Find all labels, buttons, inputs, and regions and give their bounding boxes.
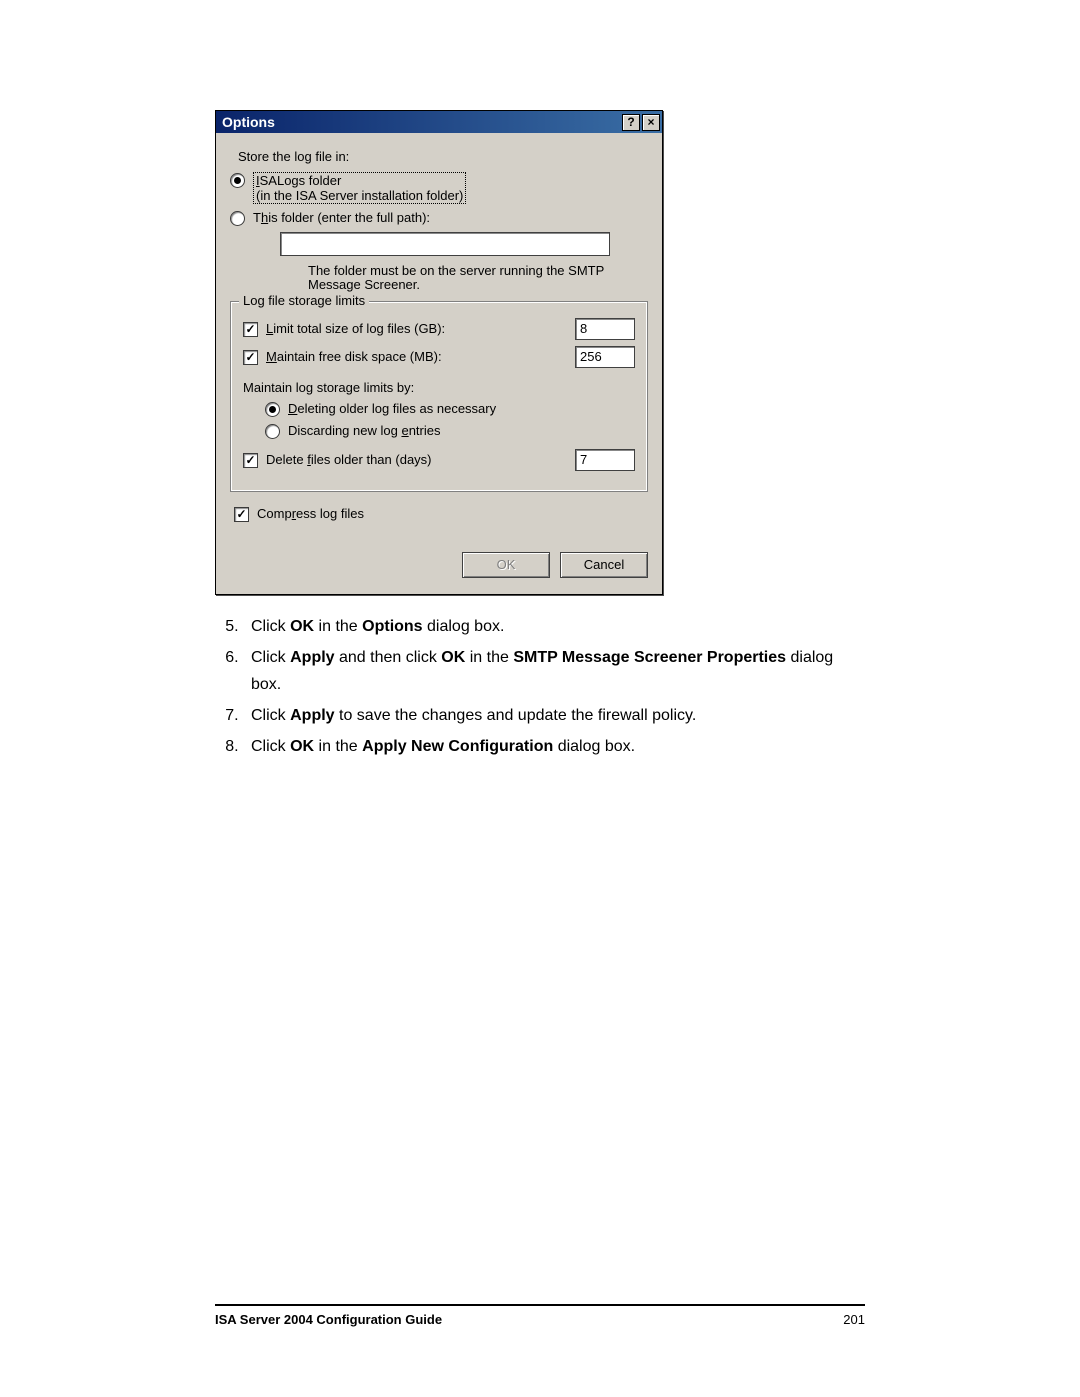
input-delete-files-older[interactable] — [575, 449, 635, 471]
radio-delete-older-label: Deleting older log files as necessary — [288, 401, 496, 416]
options-dialog: Options ? × Store the log file in: ISALo… — [215, 110, 663, 595]
radio-this-folder-label: This folder (enter the full path): — [253, 210, 430, 225]
maintain-by-label: Maintain log storage limits by: — [243, 380, 635, 395]
instruction-item: Click OK in the Apply New Configuration … — [243, 733, 865, 760]
close-icon: × — [647, 116, 654, 128]
radio-discard-new-label: Discarding new log entries — [288, 423, 440, 438]
instruction-item: Click Apply to save the changes and upda… — [243, 702, 865, 729]
chk-limit-total[interactable]: ✓ — [243, 322, 258, 337]
chk-maintain-free-label: Maintain free disk space (MB): — [266, 349, 442, 364]
folder-path-input[interactable] — [280, 232, 610, 256]
dialog-title: Options — [222, 114, 275, 130]
help-button[interactable]: ? — [622, 114, 640, 131]
titlebar: Options ? × — [216, 111, 662, 133]
radio-delete-older[interactable] — [265, 402, 280, 417]
radio-isalogs[interactable] — [230, 173, 245, 188]
instruction-item: Click OK in the Options dialog box. — [243, 613, 865, 640]
chk-delete-files-older-label: Delete files older than (days) — [266, 452, 432, 467]
footer-title: ISA Server 2004 Configuration Guide — [215, 1312, 442, 1327]
radio-isalogs-label: ISALogs folder (in the ISA Server instal… — [253, 172, 466, 204]
store-log-label: Store the log file in: — [238, 149, 648, 164]
help-icon: ? — [627, 116, 634, 128]
ok-button[interactable]: OK — [462, 552, 550, 578]
chk-compress-label: Compress log files — [257, 506, 364, 521]
folder-hint: The folder must be on the server running… — [308, 264, 618, 293]
chk-compress[interactable]: ✓ — [234, 507, 249, 522]
chk-maintain-free[interactable]: ✓ — [243, 350, 258, 365]
input-limit-total[interactable] — [575, 318, 635, 340]
radio-discard-new[interactable] — [265, 424, 280, 439]
storage-limits-fieldset: Log file storage limits ✓ Limit total si… — [230, 301, 648, 492]
input-maintain-free[interactable] — [575, 346, 635, 368]
chk-limit-total-label: Limit total size of log files (GB): — [266, 321, 445, 336]
fieldset-legend: Log file storage limits — [239, 293, 369, 308]
page-footer: ISA Server 2004 Configuration Guide 201 — [215, 1304, 865, 1327]
radio-this-folder[interactable] — [230, 211, 245, 226]
instruction-list: Click OK in the Options dialog box. Clic… — [215, 613, 865, 761]
instruction-item: Click Apply and then click OK in the SMT… — [243, 644, 865, 698]
cancel-button[interactable]: Cancel — [560, 552, 648, 578]
chk-delete-files-older[interactable]: ✓ — [243, 453, 258, 468]
close-button[interactable]: × — [642, 114, 660, 131]
footer-page-number: 201 — [843, 1312, 865, 1327]
